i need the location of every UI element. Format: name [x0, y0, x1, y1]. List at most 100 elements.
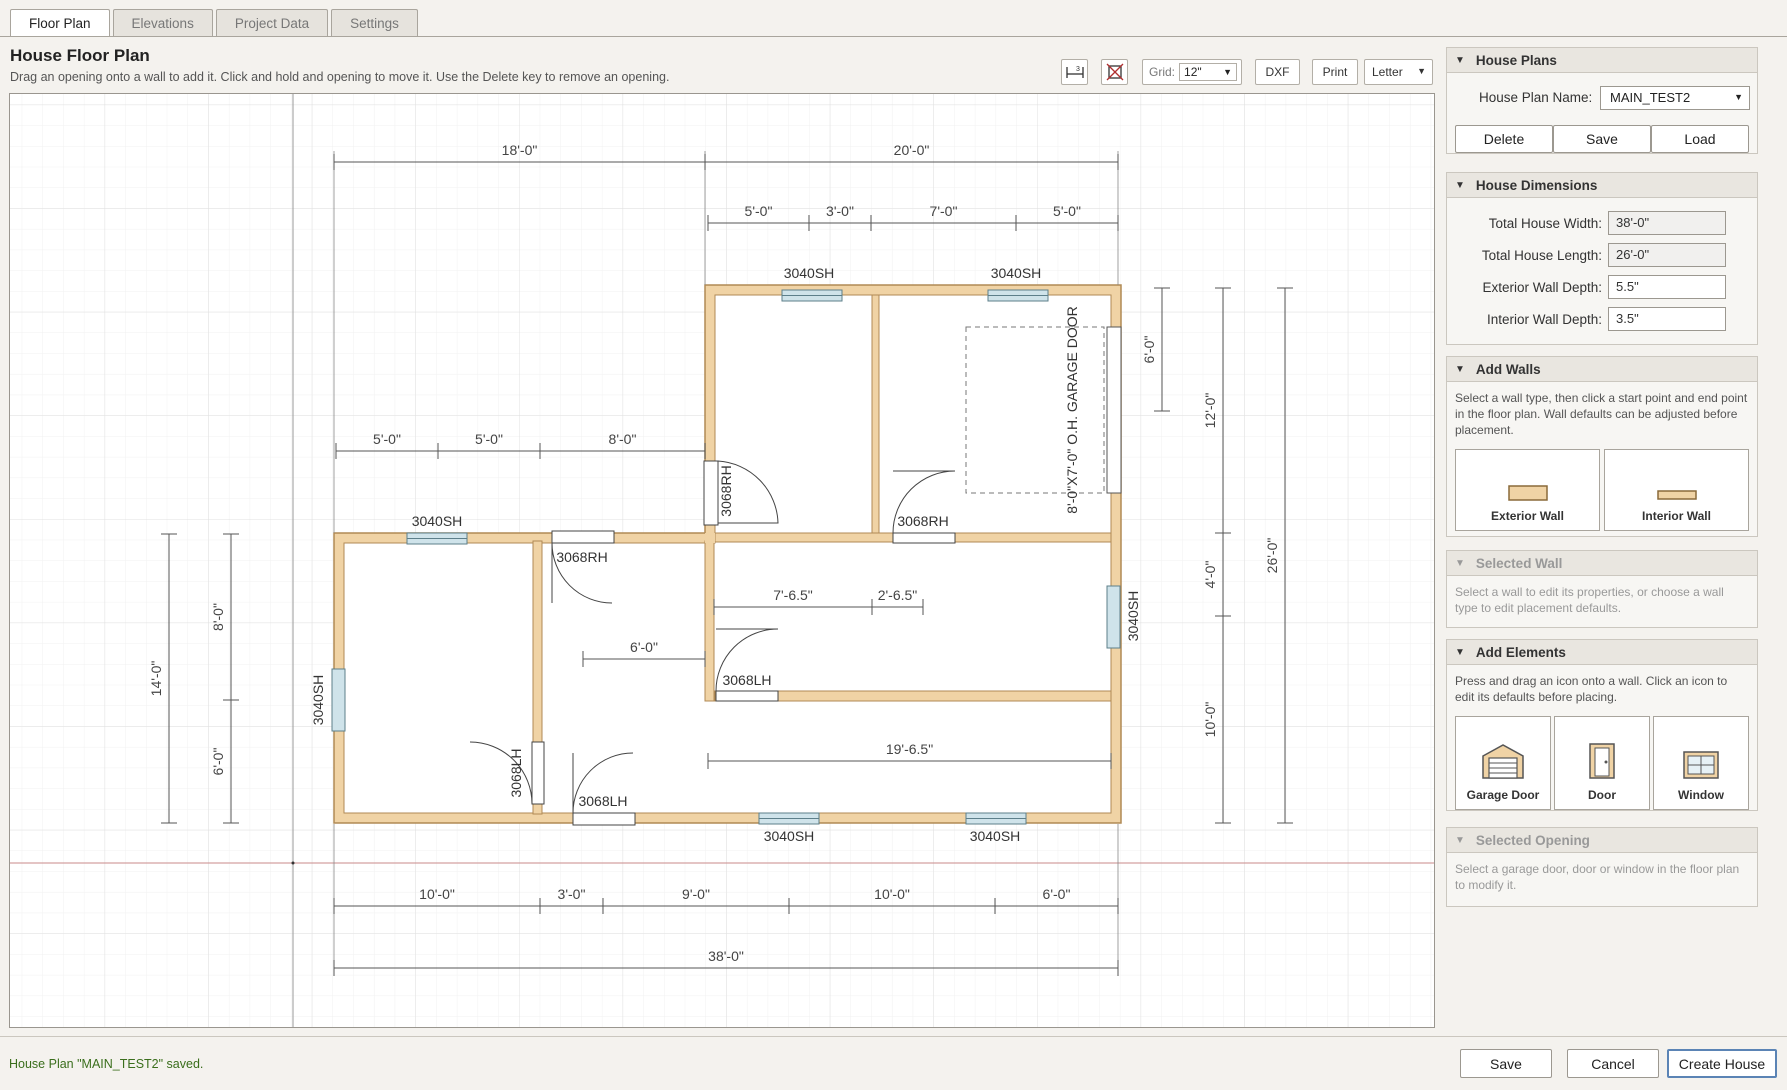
window-opening [331, 668, 346, 732]
status-message: House Plan "MAIN_TEST2" saved. [9, 1057, 204, 1071]
dimension-label: 6'-0" [1141, 336, 1157, 364]
tab-divider [0, 36, 1787, 37]
house-dimensions-header[interactable]: ▼ House Dimensions [1447, 173, 1757, 198]
total-length-field: 26'-0" [1608, 243, 1726, 267]
dimension-label: 5'-0" [475, 431, 503, 447]
selected-opening-panel: ▼ Selected Opening Select a garage door, … [1446, 827, 1758, 907]
dimension-label: 9'-0" [682, 886, 710, 902]
door-icon [1589, 743, 1615, 779]
exterior-wall-depth-input[interactable]: 5.5" [1608, 275, 1726, 299]
add-walls-header[interactable]: ▼ Add Walls [1447, 357, 1757, 382]
door-label: 3068LH [578, 793, 627, 809]
dimension-label: 6'-0" [630, 639, 658, 655]
dimension-label: 7'-6.5" [773, 587, 813, 603]
door-opening [715, 690, 779, 702]
window-icon [1683, 751, 1719, 779]
tab-floor-plan[interactable]: Floor Plan [10, 9, 110, 37]
tab-elevations[interactable]: Elevations [112, 9, 213, 36]
selected-opening-header[interactable]: ▼ Selected Opening [1447, 828, 1757, 853]
collapse-triangle-icon: ▼ [1455, 179, 1465, 191]
dimension-label: 4'-0" [1202, 561, 1218, 589]
door-opening [703, 460, 719, 526]
dimension-label: 19'-6.5" [886, 741, 933, 757]
dimension-label: 6'-0" [210, 748, 226, 776]
door-label: 3068LH [508, 748, 524, 797]
dimension-label: 38'-0" [708, 948, 744, 964]
collapse-triangle-icon: ▼ [1455, 557, 1465, 569]
paper-size-select[interactable]: Letter ▼ [1364, 59, 1433, 85]
dimension-button[interactable]: 3 [1061, 59, 1088, 85]
door-opening [892, 532, 956, 544]
footer-save-button[interactable]: Save [1460, 1049, 1552, 1078]
interior-wall [704, 540, 715, 702]
house-plans-panel: ▼ House Plans House Plan Name: MAIN_TEST2… [1446, 47, 1758, 154]
dimension-icon: 3 [1065, 66, 1084, 78]
interior-wall-depth-input[interactable]: 3.5" [1608, 307, 1726, 331]
dimension-label: 12'-0" [1202, 393, 1218, 429]
garage-door-tile[interactable]: Garage Door [1455, 716, 1551, 810]
paper-size-value: Letter [1372, 65, 1403, 79]
tab-project-data[interactable]: Project Data [215, 9, 329, 36]
grid-value-box: 12" ▼ [1179, 63, 1238, 81]
total-length-label: Total House Length: [1481, 248, 1602, 263]
collapse-triangle-icon: ▼ [1455, 646, 1465, 658]
delete-plan-button[interactable]: Delete [1455, 125, 1553, 153]
house-plan-name-select[interactable]: MAIN_TEST2 ▼ [1600, 86, 1750, 110]
footer-cancel-button[interactable]: Cancel [1567, 1049, 1659, 1078]
chevron-down-icon: ▼ [1223, 67, 1233, 77]
garage-door-label: 8'-0"X7'-0" O.H. GARAGE DOOR [1064, 306, 1080, 513]
selected-wall-header[interactable]: ▼ Selected Wall [1447, 551, 1757, 576]
floor-plan-drawing: 18'-0" 20'-0" 5'-0" 3'-0" 7'-0" 5'-0" 5'-0" 5'-… [10, 94, 1434, 1027]
exterior-wall-tile[interactable]: Exterior Wall [1455, 449, 1600, 531]
door-label: Door [1588, 788, 1616, 802]
interior-wall-tile[interactable]: Interior Wall [1604, 449, 1749, 531]
load-plan-button[interactable]: Load [1651, 125, 1749, 153]
house-plans-header[interactable]: ▼ House Plans [1447, 48, 1757, 73]
grid-value: 12" [1184, 65, 1202, 79]
dimension-label: 5'-0" [373, 431, 401, 447]
grid-select[interactable]: Grid: 12" ▼ [1142, 59, 1242, 85]
door-label: 3068RH [556, 549, 607, 565]
house-plan-name-label: House Plan Name: [1479, 90, 1593, 105]
dimension-label: 5'-0" [745, 203, 773, 219]
garage-door-opening [1106, 326, 1122, 494]
window-label: 3040SH [1125, 591, 1141, 642]
window-label: 3040SH [970, 828, 1021, 844]
interior-wall [871, 294, 880, 534]
save-plan-button[interactable]: Save [1553, 125, 1651, 153]
door-label: 3068LH [722, 672, 771, 688]
fit-view-button[interactable] [1101, 59, 1128, 85]
total-width-field: 38'-0" [1608, 211, 1726, 235]
interior-wall-label: Interior Wall [1642, 509, 1711, 523]
dimension-label: 3'-0" [826, 203, 854, 219]
window-tile[interactable]: Window [1653, 716, 1749, 810]
tab-bar: Floor Plan Elevations Project Data Setti… [10, 9, 418, 37]
fit-to-view-icon [1106, 63, 1123, 81]
tab-settings[interactable]: Settings [331, 9, 418, 36]
total-width-label: Total House Width: [1488, 216, 1602, 231]
svg-text:3: 3 [1076, 66, 1080, 73]
dimension-label: 8'-0" [609, 431, 637, 447]
wall-joint [705, 533, 715, 543]
window-label: 3040SH [412, 513, 463, 529]
house-plan-name-value: MAIN_TEST2 [1610, 90, 1691, 105]
floor-plan-canvas[interactable]: 18'-0" 20'-0" 5'-0" 3'-0" 7'-0" 5'-0" 5'-0" 5'-… [9, 93, 1435, 1028]
door-opening [572, 812, 636, 826]
door-opening [551, 530, 615, 544]
door-tile[interactable]: Door [1554, 716, 1650, 810]
dimension-label: 8'-0" [210, 603, 226, 631]
chevron-down-icon: ▼ [1417, 66, 1426, 76]
collapse-triangle-icon: ▼ [1455, 363, 1465, 375]
house-dimensions-panel: ▼ House Dimensions Total House Width: 38'… [1446, 172, 1758, 345]
print-button[interactable]: Print [1312, 59, 1358, 85]
add-elements-header[interactable]: ▼ Add Elements [1447, 640, 1757, 665]
dimension-label: 7'-0" [930, 203, 958, 219]
interior-wall-icon [1656, 490, 1697, 500]
door-label: 3068RH [897, 513, 948, 529]
add-elements-help: Press and drag an icon onto a wall. Clic… [1455, 674, 1728, 704]
door-label: 3068RH [718, 465, 734, 516]
create-house-button[interactable]: Create House [1667, 1049, 1777, 1078]
page-subtitle: Drag an opening onto a wall to add it. C… [10, 70, 670, 84]
dimension-label: 20'-0" [894, 142, 930, 158]
dxf-button[interactable]: DXF [1255, 59, 1300, 85]
